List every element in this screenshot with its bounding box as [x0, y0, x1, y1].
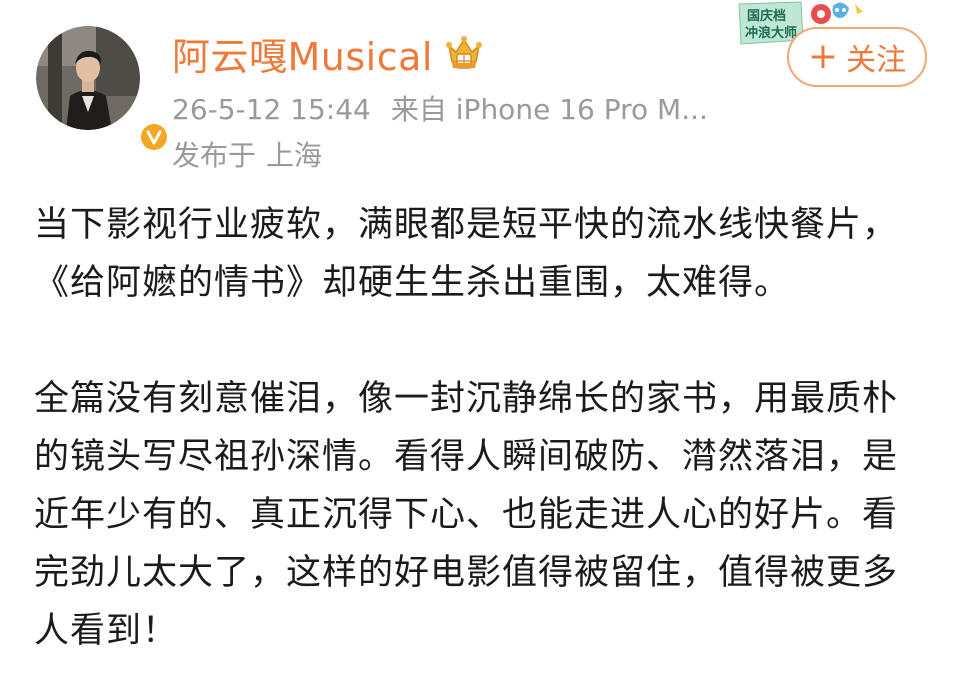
post-timestamp: 26-5-12 15:44	[172, 93, 371, 126]
post-location: 发布于 上海	[172, 134, 322, 174]
follow-button[interactable]: + 关注	[787, 27, 927, 87]
post-source: 来自 iPhone 16 Pro M...	[390, 93, 708, 126]
crown-rank-icon[interactable]	[443, 32, 485, 74]
avatar[interactable]	[36, 26, 170, 153]
verified-icon	[138, 121, 170, 153]
post-meta: 26-5-12 15:44 来自 iPhone 16 Pro M...	[172, 88, 752, 128]
avatar-photo	[36, 26, 140, 130]
post-body: 当下影视行业疲软，满眼都是短平快的流水线快餐片，《给阿嬷的情书》却硬生生杀出重围…	[34, 196, 926, 660]
event-badge-line1: 国庆档	[747, 8, 786, 24]
post-paragraph: 全篇没有刻意催泪，像一封沉静绵长的家书，用最质朴的镜头写尽祖孙深情。看得人瞬间破…	[34, 379, 899, 651]
plus-icon: +	[807, 36, 839, 77]
location-name: 上海	[266, 139, 323, 172]
username-row: 阿云嘎Musical	[172, 26, 485, 81]
location-prefix: 发布于	[172, 139, 257, 172]
event-badge-line2: 冲浪大师	[745, 25, 797, 41]
post-paragraph: 当下影视行业疲软，满眼都是短平快的流水线快餐片，《给阿嬷的情书》却硬生生杀出重围…	[34, 205, 899, 303]
username[interactable]: 阿云嘎Musical	[172, 26, 433, 81]
follow-label: 关注	[846, 43, 907, 78]
